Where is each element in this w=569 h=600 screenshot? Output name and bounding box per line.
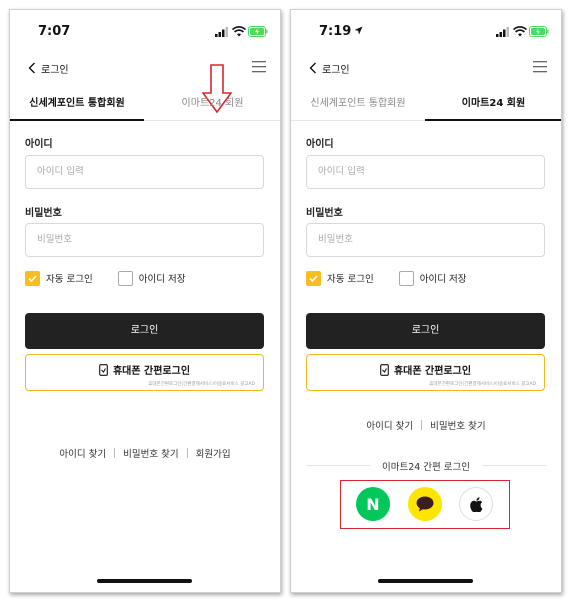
naver-login-button[interactable]: N <box>356 487 390 521</box>
phone-screen-1: 7:07 로그인 신세계포인트 통합회원 이마트24 회원 아이디 아이디 입력… <box>9 9 281 593</box>
save-id-label: 아이디 저장 <box>138 274 186 285</box>
apple-login-button[interactable] <box>459 487 493 521</box>
id-label: 아이디 <box>306 139 334 150</box>
social-login-highlight: N <box>340 480 510 529</box>
phone-easy-login-label: 휴대폰 간편로그인 <box>112 366 191 377</box>
auto-login-label: 자동 로그인 <box>46 274 93 285</box>
password-input[interactable]: 비밀번호 <box>306 223 545 257</box>
chevron-left-icon <box>309 62 316 74</box>
password-input[interactable]: 비밀번호 <box>25 223 264 257</box>
kakao-login-button[interactable] <box>408 487 442 521</box>
find-id-link[interactable]: 아이디 찾기 <box>366 418 413 432</box>
password-label: 비밀번호 <box>306 208 343 219</box>
back-button[interactable]: 로그인 <box>28 59 69 77</box>
hamburger-menu-icon[interactable] <box>533 60 547 73</box>
status-bar: 7:07 <box>10 24 280 42</box>
link-divider <box>186 448 188 458</box>
phone-easy-login-button[interactable]: 휴대폰 간편로그인 휴대폰간편로그인(간편결제서비스)이용료서비스 광고AD <box>306 354 545 391</box>
nav-bar: 로그인 <box>10 56 280 80</box>
smartphone-icon <box>380 364 389 376</box>
naver-icon: N <box>366 494 380 514</box>
easy-login-title: 이마트24 간편 로그인 <box>306 459 546 473</box>
phone-screen-2: 7:19 로그인 신세계포인트 통합회원 이마트24 회원 아이디 아이디 입력… <box>290 9 562 593</box>
password-label: 비밀번호 <box>25 208 62 219</box>
find-password-link[interactable]: 비밀번호 찾기 <box>123 446 178 460</box>
location-arrow-icon <box>354 26 363 35</box>
cellular-signal-icon <box>215 27 228 37</box>
auto-login-label: 자동 로그인 <box>327 274 374 285</box>
status-time: 7:07 <box>38 24 71 39</box>
status-bar: 7:19 <box>291 24 561 42</box>
login-button[interactable]: 로그인 <box>25 313 264 349</box>
tab-shinsegae-member[interactable]: 신세계포인트 통합회원 <box>291 94 425 121</box>
back-button[interactable]: 로그인 <box>309 59 350 77</box>
home-indicator <box>97 579 192 583</box>
checkmark-icon <box>28 274 37 282</box>
hamburger-menu-icon[interactable] <box>252 60 266 73</box>
battery-charging-icon <box>529 26 549 37</box>
find-id-link[interactable]: 아이디 찾기 <box>59 446 106 460</box>
login-button[interactable]: 로그인 <box>306 313 545 349</box>
back-label: 로그인 <box>41 64 69 76</box>
tab-emart24-member[interactable]: 이마트24 회원 <box>425 94 561 121</box>
status-time: 7:19 <box>319 24 352 39</box>
link-divider <box>421 420 423 430</box>
login-options: 자동 로그인 아이디 저장 <box>306 270 466 286</box>
member-tabs: 신세계포인트 통합회원 이마트24 회원 <box>291 94 561 121</box>
status-time-wrap: 7:19 <box>319 24 363 39</box>
battery-charging-icon <box>248 26 268 37</box>
chevron-left-icon <box>28 62 35 74</box>
member-tabs: 신세계포인트 통합회원 이마트24 회원 <box>10 94 280 121</box>
save-id-checkbox[interactable] <box>398 270 414 286</box>
tab-shinsegae-member[interactable]: 신세계포인트 통합회원 <box>10 94 144 121</box>
phone-easy-login-button[interactable]: 휴대폰 간편로그인 휴대폰간편로그인(간편결제서비스)이용료서비스 광고AD <box>25 354 264 391</box>
tab-emart24-member[interactable]: 이마트24 회원 <box>144 94 280 121</box>
save-id-checkbox[interactable] <box>117 270 133 286</box>
wifi-icon <box>232 26 246 37</box>
wifi-icon <box>513 26 527 37</box>
save-id-label: 아이디 저장 <box>419 274 467 285</box>
home-indicator <box>378 579 473 583</box>
apple-icon <box>469 496 482 512</box>
auto-login-checkbox[interactable] <box>25 270 40 286</box>
phone-easy-login-ad-text: 휴대폰간편로그인(간편결제서비스)이용료서비스 광고AD <box>148 382 255 387</box>
id-input[interactable]: 아이디 입력 <box>306 155 545 189</box>
auto-login-checkbox[interactable] <box>306 270 321 286</box>
id-label: 아이디 <box>25 139 53 150</box>
phone-easy-login-ad-text: 휴대폰간편로그인(간편결제서비스)이용료서비스 광고AD <box>429 382 536 387</box>
link-divider <box>114 448 116 458</box>
checkmark-icon <box>309 274 318 282</box>
nav-bar: 로그인 <box>291 56 561 80</box>
login-options: 자동 로그인 아이디 저장 <box>25 270 185 286</box>
account-links: 아이디 찾기 비밀번호 찾기 회원가입 <box>10 446 280 460</box>
cellular-signal-icon <box>496 27 509 37</box>
account-links: 아이디 찾기 비밀번호 찾기 <box>291 418 561 432</box>
find-password-link[interactable]: 비밀번호 찾기 <box>430 418 485 432</box>
signup-link[interactable]: 회원가입 <box>196 446 231 460</box>
id-input[interactable]: 아이디 입력 <box>25 155 264 189</box>
smartphone-icon <box>99 364 108 376</box>
kakao-talk-icon <box>416 496 434 512</box>
phone-easy-login-label: 휴대폰 간편로그인 <box>393 366 472 377</box>
back-label: 로그인 <box>322 64 350 76</box>
